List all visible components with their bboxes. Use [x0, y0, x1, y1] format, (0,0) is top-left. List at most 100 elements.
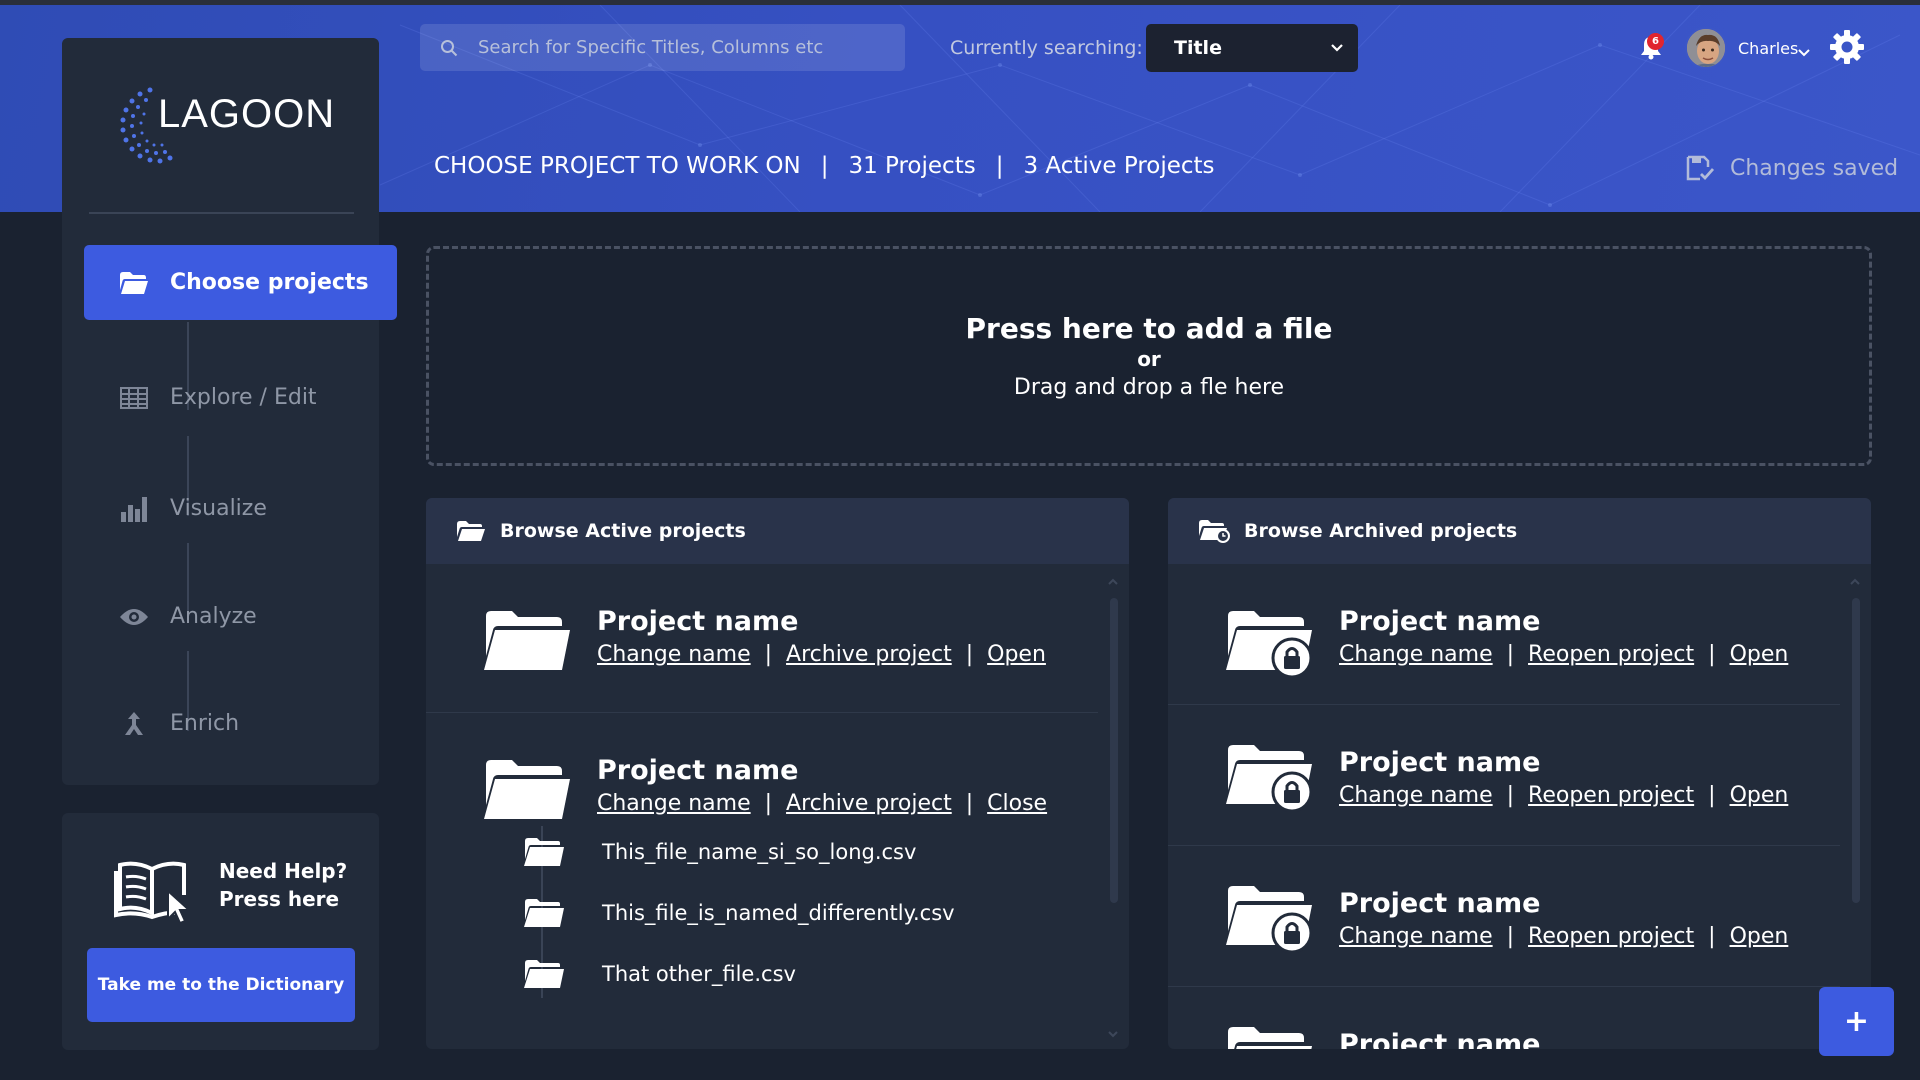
scroll-thumb[interactable] — [1852, 598, 1860, 903]
archived-projects-list[interactable]: Project name Change name | Reopen project |… — [1168, 564, 1840, 1049]
sidebar-item-choose-projects[interactable]: Choose projects — [84, 245, 397, 320]
table-icon — [104, 386, 164, 409]
file-item[interactable]: That other_file.csv — [522, 954, 796, 994]
search-mode-label: Currently searching: — [950, 37, 1143, 59]
project-name: Project name — [1339, 888, 1541, 919]
list-item: Project name Change name | Archive project… — [426, 713, 1098, 1049]
notification-badge: 6 — [1647, 33, 1664, 50]
locked-folder-icon — [1226, 611, 1313, 678]
project-name: Project name — [1339, 747, 1541, 778]
eye-icon — [104, 607, 164, 627]
file-name: That other_file.csv — [602, 962, 796, 986]
avatar[interactable] — [1685, 27, 1727, 69]
project-actions: Change name | Archive project | Close — [597, 791, 1048, 816]
active-projects-panel: Browse Active projects Project name Chan… — [426, 498, 1129, 1049]
sidebar-item-explore-edit[interactable]: Explore / Edit — [84, 360, 397, 435]
panel-title: Browse Archived projects — [1244, 520, 1518, 542]
help-line-2: Press here — [219, 887, 340, 911]
file-item[interactable]: This_file_is_named_differently.csv — [522, 893, 955, 933]
scrollbar[interactable] — [1107, 578, 1119, 1038]
book-icon[interactable] — [114, 851, 196, 929]
locked-folder-icon — [1226, 745, 1313, 812]
project-name: Project name — [1339, 606, 1541, 637]
sidebar-divider — [89, 212, 354, 214]
save-status-text: Changes saved — [1730, 155, 1899, 181]
open-link[interactable]: Open — [1730, 642, 1789, 667]
change-name-link[interactable]: Change name — [1339, 924, 1493, 949]
chevron-down-icon — [1331, 44, 1343, 52]
breadcrumb: CHOOSE PROJECT TO WORK ON | 31 Projects | 3 … — [434, 153, 1215, 179]
sidebar-item-label: Choose projects — [170, 270, 369, 295]
search-bar — [420, 24, 905, 71]
sidebar-item-label: Analyze — [170, 604, 257, 629]
folder-open-icon — [104, 270, 164, 296]
chevron-down-icon[interactable] — [1107, 1030, 1119, 1038]
search-mode-select[interactable]: Title — [1146, 24, 1358, 72]
list-item: Project name Change name | Reopen project |… — [1168, 564, 1840, 705]
list-item: Project name — [1168, 987, 1840, 1049]
archived-projects-panel: Browse Archived projects Project name Ch… — [1168, 498, 1871, 1049]
chevron-down-icon[interactable] — [1798, 42, 1810, 61]
file-folder-icon — [524, 899, 564, 927]
scrollbar[interactable] — [1849, 578, 1861, 1038]
project-actions: Change name | Reopen project | Open — [1339, 924, 1789, 949]
file-folder-icon — [524, 838, 564, 866]
file-item[interactable]: This_file_name_si_so_long.csv — [522, 832, 916, 872]
archive-project-link[interactable]: Archive project — [786, 791, 952, 816]
list-item: Project name Change name | Reopen project |… — [1168, 846, 1840, 987]
sidebar-item-label: Visualize — [170, 496, 267, 521]
save-check-icon — [1686, 155, 1714, 181]
search-input[interactable] — [478, 37, 878, 58]
help-box: Need Help? Press here Take me to the Dic… — [62, 813, 379, 1050]
reopen-project-link[interactable]: Reopen project — [1528, 783, 1694, 808]
sidebar-item-analyze[interactable]: Analyze — [84, 579, 397, 654]
chevron-up-icon[interactable] — [1107, 578, 1119, 586]
user-name[interactable]: Charles — [1738, 39, 1798, 58]
open-link[interactable]: Open — [1730, 924, 1789, 949]
dictionary-button[interactable]: Take me to the Dictionary — [87, 948, 355, 1022]
sidebar-item-enrich[interactable]: Enrich — [84, 686, 397, 761]
dropzone-subtitle: Drag and drop a fle here — [1013, 375, 1285, 400]
file-dropzone[interactable]: Press here to add a file or Drag and dro… — [426, 246, 1872, 466]
panel-header: Browse Archived projects — [1168, 498, 1871, 564]
change-name-link[interactable]: Change name — [597, 791, 751, 816]
project-actions: Change name | Reopen project | Open — [1339, 642, 1789, 667]
bar-chart-icon — [104, 496, 164, 522]
locked-folder-icon — [1226, 886, 1313, 953]
open-link[interactable]: Open — [987, 642, 1046, 667]
sidebar-item-visualize[interactable]: Visualize — [84, 471, 397, 546]
sidebar-item-label: Enrich — [170, 711, 240, 736]
add-button[interactable]: + — [1819, 987, 1894, 1056]
project-actions: Change name | Archive project | Open — [597, 642, 1046, 667]
search-icon — [440, 39, 458, 57]
reopen-project-link[interactable]: Reopen project — [1528, 642, 1694, 667]
sidebar-item-label: Explore / Edit — [170, 385, 317, 410]
archive-project-link[interactable]: Archive project — [786, 642, 952, 667]
dropzone-or: or — [1137, 347, 1161, 371]
open-link[interactable]: Open — [1730, 783, 1789, 808]
sidebar: LAGOON Choose projects Explore / Edit Vi… — [62, 38, 397, 785]
close-link[interactable]: Close — [987, 791, 1047, 816]
locked-folder-icon — [1228, 1027, 1312, 1049]
change-name-link[interactable]: Change name — [1339, 642, 1493, 667]
active-projects-list[interactable]: Project name Change name | Archive project… — [426, 564, 1098, 1049]
folder-icon — [484, 760, 570, 819]
dropzone-title: Press here to add a file — [965, 312, 1333, 345]
change-name-link[interactable]: Change name — [1339, 783, 1493, 808]
list-item: Project name Change name | Reopen project |… — [1168, 705, 1840, 846]
active-projects-count: 3 Active Projects — [1023, 153, 1215, 179]
help-text[interactable]: Need Help? Press here — [219, 857, 347, 913]
reopen-project-link[interactable]: Reopen project — [1528, 924, 1694, 949]
list-item: Project name Change name | Archive project… — [426, 564, 1098, 713]
change-name-link[interactable]: Change name — [597, 642, 751, 667]
scroll-thumb[interactable] — [1110, 598, 1118, 903]
projects-count: 31 Projects — [848, 153, 976, 179]
archive-folder-icon — [1199, 520, 1230, 543]
chevron-up-icon[interactable] — [1849, 578, 1861, 586]
merge-icon — [104, 711, 164, 737]
file-folder-icon — [524, 960, 564, 988]
save-status: Changes saved — [1686, 155, 1898, 181]
gear-icon[interactable] — [1829, 29, 1865, 69]
page-title: CHOOSE PROJECT TO WORK ON — [434, 153, 801, 179]
search-mode-value: Title — [1174, 37, 1222, 59]
